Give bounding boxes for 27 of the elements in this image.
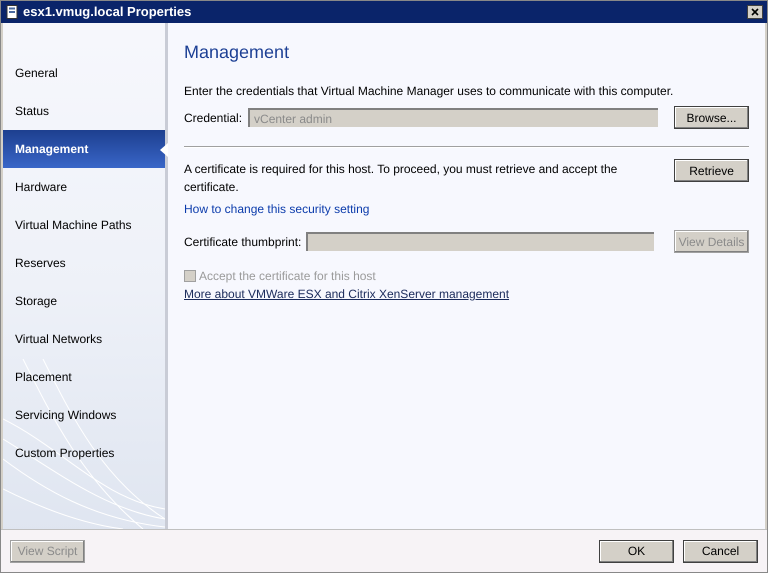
- management-info-link[interactable]: More about VMWare ESX and Citrix XenServer management: [184, 285, 510, 303]
- sidebar-item[interactable]: Virtual Networks: [3, 320, 165, 358]
- sidebar-item[interactable]: General: [3, 54, 165, 92]
- sidebar-item[interactable]: Storage: [3, 282, 165, 320]
- sidebar-item[interactable]: Status: [3, 92, 165, 130]
- accept-label: Accept the certificate for this host: [199, 268, 376, 285]
- cancel-button[interactable]: Cancel: [683, 540, 758, 562]
- sidebar-item[interactable]: Custom Properties: [3, 434, 165, 472]
- intro-text: Enter the credentials that Virtual Machine Manager uses to communicate with this computer.: [184, 83, 674, 100]
- retrieve-button[interactable]: Retrieve: [674, 159, 749, 182]
- thumbprint-label: Certificate thumbprint:: [184, 234, 302, 250]
- browse-button[interactable]: Browse...: [674, 106, 749, 129]
- sidebar-item[interactable]: Virtual Machine Paths: [3, 206, 165, 244]
- credential-label: Credential:: [184, 110, 242, 126]
- sidebar-item[interactable]: Placement: [3, 358, 165, 396]
- close-icon: [751, 8, 759, 16]
- window-title: esx1.vmug.local Properties: [23, 3, 192, 22]
- sidebar-item[interactable]: Reserves: [3, 244, 165, 282]
- sidebar-item[interactable]: Management: [3, 130, 165, 168]
- security-link[interactable]: How to change this security setting: [184, 200, 370, 218]
- close-button[interactable]: [747, 5, 763, 19]
- ok-button[interactable]: OK: [599, 540, 674, 562]
- sidebar-item[interactable]: Servicing Windows: [3, 396, 165, 434]
- page-heading: Management: [184, 41, 290, 64]
- sidebar-item[interactable]: Hardware: [3, 168, 165, 206]
- server-icon: [5, 5, 19, 19]
- certificate-note: A certificate is required for this host. To proceed, you must retrieve and accept the certificate.: [184, 161, 618, 196]
